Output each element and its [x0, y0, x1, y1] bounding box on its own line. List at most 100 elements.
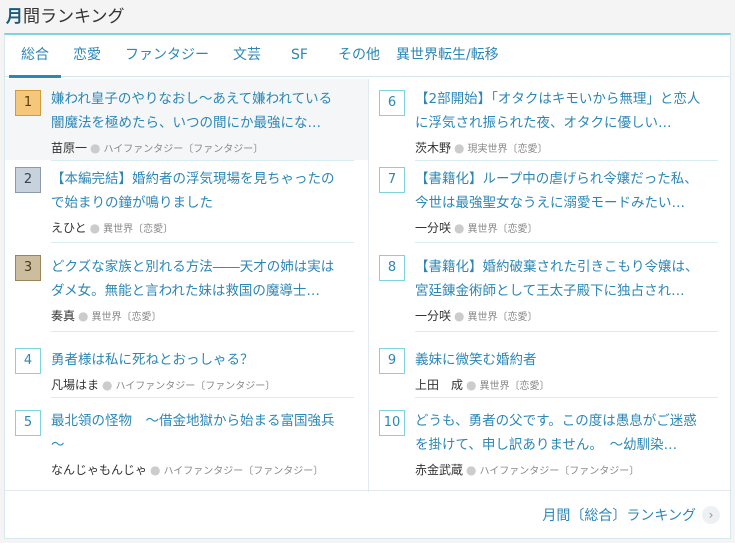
author-name[interactable]: 茨木野 — [415, 141, 451, 155]
ranking-item: 3 どクズな家族と別れる方法――天才の姉は実は ダメ女。無能と言われた妹は救国の… — [5, 255, 368, 336]
monthly-ranking-link-label[interactable]: 月間〔総合〕ランキング — [542, 505, 696, 525]
genre-label: ハイファンタジー〔ファンタジー〕 — [103, 144, 264, 155]
author-name[interactable]: 苗原一 — [51, 141, 87, 155]
genre-label: 異世界〔恋愛〕 — [91, 312, 162, 323]
ranking-item-meta: 赤金武蔵 ● ハイファンタジー〔ファンタジー〕 — [415, 461, 718, 478]
author-name[interactable]: 凡場はま — [51, 378, 99, 392]
genre-label: ハイファンタジー〔ファンタジー〕 — [163, 466, 324, 477]
ranking-item-title[interactable]: 最北領の怪物 〜借金地獄から始まる富国強兵 〜 — [51, 409, 354, 457]
title-line-2[interactable]: 闇魔法を極めたら、いつの間にか最強にな… — [51, 111, 354, 135]
title-line-1[interactable]: 嫌われ皇子のやりなおし〜あえて嫌われている — [51, 87, 354, 111]
genre-label: 異世界〔恋愛〕 — [467, 224, 538, 235]
ranking-item: 4 勇者様は私に死ねとおっしゃる？ 凡場はま ● ハイファンタジー〔ファンタジー〕 — [5, 343, 368, 403]
rank-badge: 9 — [379, 348, 405, 374]
title-line-1[interactable]: 【書籍化】ループ中の虐げられ令嬢だった私、 — [415, 167, 718, 191]
genre-label: 現実世界〔恋愛〕 — [467, 144, 548, 155]
separator-dot: ● — [89, 221, 101, 235]
separator-dot: ● — [102, 378, 113, 392]
title-line-1[interactable]: 【本編完結】婚約者の浮気現場を見ちゃったの — [51, 167, 354, 191]
tab-literature[interactable]: 文芸 — [221, 35, 273, 77]
separator-dot: ● — [78, 309, 89, 323]
title-line-1[interactable]: 義妹に微笑む婚約者 — [415, 348, 718, 372]
ranking-item: 9 義妹に微笑む婚約者 上田 成 ● 異世界〔恋愛〕 — [369, 343, 732, 403]
ranking-item-meta: 上田 成 ● 異世界〔恋愛〕 — [415, 376, 718, 393]
separator-dot: ● — [90, 141, 101, 155]
title-line-2[interactable]: 〜 — [51, 433, 354, 457]
tab-sf[interactable]: SF — [273, 35, 326, 77]
item-separator — [51, 242, 354, 243]
title-line-2[interactable]: を掛けて、申し訳ありません。 〜幼馴染… — [415, 433, 718, 457]
separator-dot: ● — [454, 141, 465, 155]
title-line-1[interactable]: どうも、勇者の父です。この度は愚息がご迷惑 — [415, 409, 718, 433]
section-header: 月間ランキング — [0, 0, 735, 28]
ranking-item-title[interactable]: 【書籍化】婚約破棄された引きこもり令嬢は、 宮廷錬金術師として王太子殿下に独占さ… — [415, 255, 718, 303]
chevron-right-icon[interactable]: › — [702, 506, 720, 524]
ranking-item: 2 【本編完結】婚約者の浮気現場を見ちゃったの で始まりの鐘が鳴りました えひと… — [5, 167, 368, 248]
title-line-2[interactable]: ダメ女。無能と言われた妹は救国の魔導士… — [51, 279, 354, 303]
genre-label: 異世界〔恋愛〕 — [467, 312, 538, 323]
ranking-item: 8 【書籍化】婚約破棄された引きこもり令嬢は、 宮廷錬金術師として王太子殿下に独… — [369, 255, 732, 336]
title-line-1[interactable]: 【書籍化】婚約破棄された引きこもり令嬢は、 — [415, 255, 718, 279]
rank-badge: 10 — [379, 410, 405, 436]
tab-isekai[interactable]: 異世界転生/転移 — [392, 35, 511, 77]
title-line-1[interactable]: 勇者様は私に死ねとおっしゃる？ — [51, 348, 354, 372]
separator-dot: ● — [466, 463, 477, 477]
author-name[interactable]: 上田 成 — [415, 378, 463, 392]
panel-footer: 月間〔総合〕ランキング › — [5, 490, 732, 538]
separator-dot: ● — [454, 221, 465, 235]
ranking-item: 5 最北領の怪物 〜借金地獄から始まる富国強兵 〜 なんじゃもんじゃ ● ハイファン… — [5, 405, 368, 486]
separator-dot: ● — [454, 309, 465, 323]
ranking-item-title[interactable]: 【本編完結】婚約者の浮気現場を見ちゃったの で始まりの鐘が鳴りました — [51, 167, 354, 215]
rank-badge: 8 — [379, 255, 405, 281]
rank-badge: 7 — [379, 167, 405, 193]
ranking-panel: 総合 恋愛 ファンタジー 文芸 SF その他 異世界転生/転移 1 嫌われ皇子の… — [4, 33, 732, 539]
author-name[interactable]: 一分咲 — [415, 221, 451, 235]
title-line-2[interactable]: 宮廷錬金術師として王太子殿下に独占され… — [415, 279, 718, 303]
section-title-strong: 月 — [6, 6, 23, 27]
rank-badge: 5 — [15, 410, 41, 436]
title-line-2[interactable]: 今世は最強聖女なうえに溺愛モードみたい… — [415, 191, 718, 215]
genre-label: ハイファンタジー〔ファンタジー〕 — [479, 466, 640, 477]
title-line-1[interactable]: 最北領の怪物 〜借金地獄から始まる富国強兵 — [51, 409, 354, 433]
ranking-item-title[interactable]: どクズな家族と別れる方法――天才の姉は実は ダメ女。無能と言われた妹は救国の魔導… — [51, 255, 354, 303]
item-separator — [415, 331, 718, 332]
title-line-1[interactable]: 【2部開始】「オタクはキモいから無理」と恋人 — [415, 87, 718, 111]
author-name[interactable]: 赤金武蔵 — [415, 463, 463, 477]
author-name[interactable]: 奏真 — [51, 309, 75, 323]
ranking-item-meta: 一分咲 ● 異世界〔恋愛〕 — [415, 307, 718, 324]
ranking-item-meta: 凡場はま ● ハイファンタジー〔ファンタジー〕 — [51, 376, 354, 393]
title-line-2[interactable]: に浮気され振られた夜、オタクに優しい… — [415, 111, 718, 135]
rank-badge: 4 — [15, 348, 41, 374]
ranking-item-title[interactable]: 【2部開始】「オタクはキモいから無理」と恋人 に浮気され振られた夜、オタクに優し… — [415, 87, 718, 135]
section-title-rest: 間ランキング — [23, 6, 125, 27]
separator-dot: ● — [466, 378, 477, 392]
item-separator — [51, 160, 354, 161]
ranking-item-title[interactable]: 【書籍化】ループ中の虐げられ令嬢だった私、 今世は最強聖女なうえに溺愛モードみた… — [415, 167, 718, 215]
item-separator — [415, 397, 718, 398]
tab-fantasy[interactable]: ファンタジー — [113, 35, 221, 77]
author-name[interactable]: 一分咲 — [415, 309, 451, 323]
rank-badge: 1 — [15, 90, 41, 116]
author-name[interactable]: なんじゃもんじゃ — [51, 463, 147, 477]
genre-label: ハイファンタジー〔ファンタジー〕 — [115, 381, 276, 392]
ranking-item: 6 【2部開始】「オタクはキモいから無理」と恋人 に浮気され振られた夜、オタクに… — [369, 79, 732, 160]
ranking-item-title[interactable]: どうも、勇者の父です。この度は愚息がご迷惑 を掛けて、申し訳ありません。 〜幼馴… — [415, 409, 718, 457]
genre-label: 異世界〔恋愛〕 — [103, 224, 174, 235]
ranking-item-title[interactable]: 勇者様は私に死ねとおっしゃる？ — [51, 348, 354, 372]
rank-badge: 2 — [15, 167, 41, 193]
title-line-2[interactable]: で始まりの鐘が鳴りました — [51, 191, 354, 215]
ranking-item-meta: えひと ● 異世界〔恋愛〕 — [51, 219, 354, 236]
ranking-item-title[interactable]: 嫌われ皇子のやりなおし〜あえて嫌われている 闇魔法を極めたら、いつの間にか最強に… — [51, 87, 354, 135]
tab-all[interactable]: 総合 — [9, 35, 61, 78]
tab-other[interactable]: その他 — [326, 35, 392, 77]
ranking-item-meta: 茨木野 ● 現実世界〔恋愛〕 — [415, 139, 718, 156]
ranking-item-meta: 一分咲 ● 異世界〔恋愛〕 — [415, 219, 718, 236]
tab-romance[interactable]: 恋愛 — [61, 35, 113, 77]
item-separator — [415, 160, 718, 161]
ranking-item-title[interactable]: 義妹に微笑む婚約者 — [415, 348, 718, 372]
author-name[interactable]: えひと — [51, 221, 87, 235]
ranking-item-meta: 苗原一 ● ハイファンタジー〔ファンタジー〕 — [51, 139, 354, 156]
monthly-ranking-link[interactable]: 月間〔総合〕ランキング › — [542, 505, 720, 525]
ranking-item: 10 どうも、勇者の父です。この度は愚息がご迷惑 を掛けて、申し訳ありません。 … — [369, 405, 732, 486]
title-line-1[interactable]: どクズな家族と別れる方法――天才の姉は実は — [51, 255, 354, 279]
